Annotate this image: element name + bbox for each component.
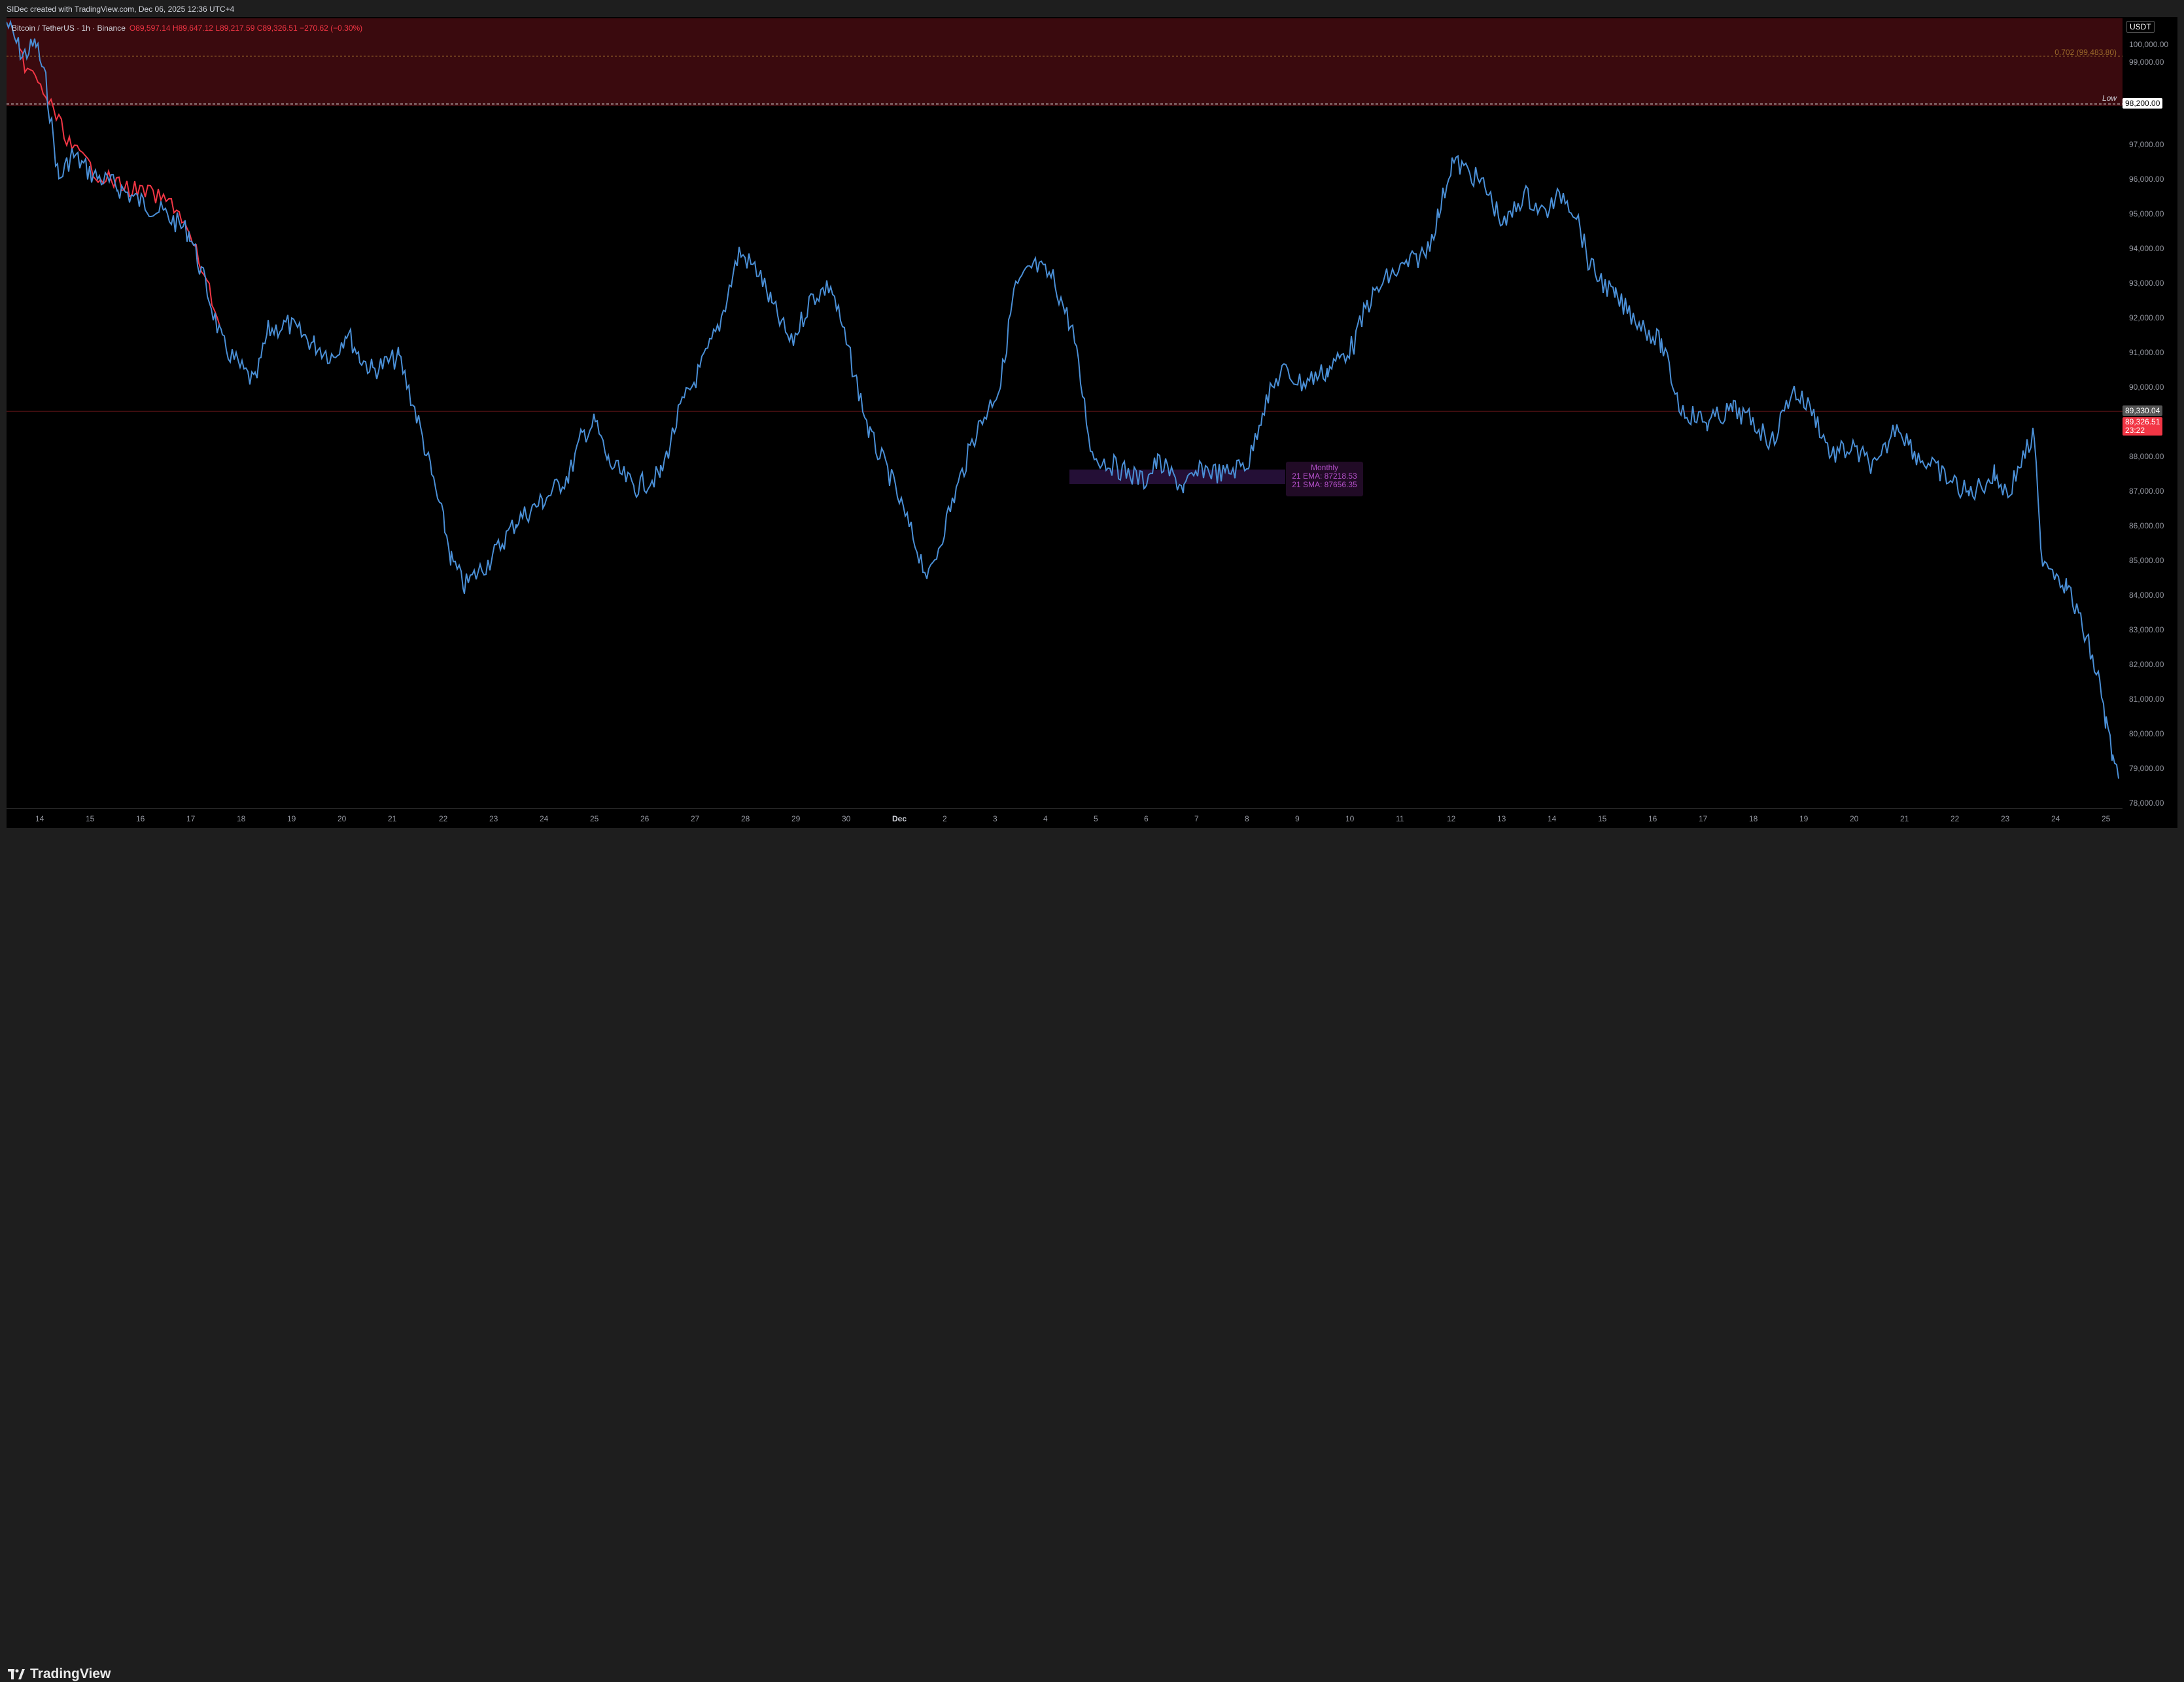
time-tick-label: 3: [993, 814, 997, 823]
currency-label[interactable]: USDT: [2126, 21, 2155, 33]
time-axis[interactable]: 14 15 16 17 18 19 20 21 22 23 24 25 26 27 28 29 30 Dec 2 3 4…: [7, 808, 2123, 829]
time-tick-label: 25: [590, 814, 599, 823]
price-tick-label: 81,000.00: [2129, 695, 2164, 704]
time-tick-label: 24: [540, 814, 549, 823]
time-tick-label: 20: [1850, 814, 1859, 823]
time-tick-label: 25: [2102, 814, 2111, 823]
symbol-legend[interactable]: Bitcoin / TetherUS · 1h · Binance O89,597…: [12, 24, 362, 33]
time-tick-label: 11: [1396, 814, 1404, 823]
low-label: Low: [2102, 94, 2117, 103]
price-tick-label: 97,000.00: [2129, 140, 2164, 149]
time-tick-label: 4: [1043, 814, 1048, 823]
price-tick-label: 80,000.00: [2129, 729, 2164, 738]
price-tick-label: 95,000.00: [2129, 209, 2164, 218]
tradingview-logo-icon: [8, 1669, 25, 1679]
brand-name: TradingView: [30, 1666, 111, 1681]
footer: TradingView: [0, 828, 2184, 1681]
time-tick-label: 2: [943, 814, 947, 823]
time-tick-label: 9: [1295, 814, 1300, 823]
time-tick-label: 10: [1345, 814, 1355, 823]
time-tick-label: 28: [741, 814, 750, 823]
low-level-tag: 98,200.00: [2123, 98, 2163, 109]
time-tick-label: 23: [489, 814, 498, 823]
time-tick-label: 18: [237, 814, 246, 823]
time-tick-label: 6: [1144, 814, 1149, 823]
price-tick-label: 99,000.00: [2129, 58, 2164, 67]
price-tick-label: 84,000.00: [2129, 591, 2164, 600]
price-tick-label: 91,000.00: [2129, 348, 2164, 357]
time-tick-label: 18: [1749, 814, 1758, 823]
price-tick-label: 87,000.00: [2129, 487, 2164, 496]
time-tick-label: 24: [2051, 814, 2060, 823]
top-bar: SIDec created with TradingView.com, Dec …: [0, 0, 2184, 17]
last-high-tag: 89,330.04: [2123, 405, 2163, 416]
credit-text: SIDec created with TradingView.com, Dec …: [7, 5, 235, 14]
time-tick-label: 13: [1497, 814, 1506, 823]
time-tick-label: 17: [186, 814, 196, 823]
price-tick-label: 82,000.00: [2129, 660, 2164, 669]
time-tick-label: Dec: [892, 814, 907, 823]
price-tick-label: 90,000.00: [2129, 383, 2164, 392]
time-tick-label: 21: [388, 814, 397, 823]
chart-pane[interactable]: 0.702 (99,483.80) Low Bitcoin / TetherUS…: [6, 17, 2123, 808]
price-tick-label: 100,000.00: [2129, 40, 2169, 49]
time-tick-label: 8: [1245, 814, 1249, 823]
time-tick-label: 19: [287, 814, 296, 823]
fib-label: 0.702 (99,483.80): [2054, 48, 2117, 57]
last-price-tag: 89,326.51 23:22: [2123, 417, 2163, 436]
price-tick-label: 96,000.00: [2129, 175, 2164, 184]
time-tick-label: 5: [1094, 814, 1098, 823]
time-tick-label: 30: [842, 814, 851, 823]
time-tick-label: 23: [2001, 814, 2010, 823]
time-tick-label: 22: [1950, 814, 1960, 823]
ma-band: [1069, 470, 1285, 484]
price-tick-label: 83,000.00: [2129, 625, 2164, 634]
time-tick-label: 7: [1194, 814, 1199, 823]
time-tick-label: 26: [640, 814, 650, 823]
price-tick-label: 88,000.00: [2129, 452, 2164, 461]
time-tick-label: 16: [1648, 814, 1657, 823]
price-tick-label: 93,000.00: [2129, 279, 2164, 288]
price-tick-label: 78,000.00: [2129, 798, 2164, 808]
time-tick-label: 12: [1447, 814, 1456, 823]
price-axis[interactable]: USDT 100,000.00 99,000.00 97,000.00 96,000.…: [2123, 17, 2177, 828]
time-tick-label: 17: [1699, 814, 1708, 823]
time-tick-label: 14: [1548, 814, 1557, 823]
price-tick-label: 86,000.00: [2129, 521, 2164, 530]
price-tick-label: 85,000.00: [2129, 556, 2164, 565]
ohlc-values: O89,597.14 H89,647.12 L89,217.59 C89,326…: [129, 24, 363, 33]
sma-value: 21 SMA: 87656.35: [1292, 480, 1357, 489]
price-line: [6, 20, 2119, 779]
price-chart[interactable]: 0.702 (99,483.80) Low: [6, 17, 2123, 808]
time-tick-label: 21: [1900, 814, 1909, 823]
time-tick-label: 27: [691, 814, 700, 823]
time-tick-label: 20: [338, 814, 347, 823]
bar-countdown: 23:22: [2125, 426, 2145, 435]
time-tick-label: 29: [791, 814, 801, 823]
time-tick-label: 15: [1598, 814, 1607, 823]
time-tick-label: 16: [136, 814, 145, 823]
time-tick-label: 22: [439, 814, 448, 823]
time-tick-label: 19: [1799, 814, 1809, 823]
time-tick-label: 14: [35, 814, 44, 823]
indicator-label: Monthly 21 EMA: 87218.53 21 SMA: 87656.3…: [1286, 462, 1363, 496]
time-tick-label: 15: [86, 814, 95, 823]
price-tick-label: 94,000.00: [2129, 244, 2164, 253]
tradingview-brand[interactable]: TradingView: [8, 1666, 111, 1682]
symbol-name[interactable]: Bitcoin / TetherUS · 1h · Binance: [12, 24, 126, 33]
price-tick-label: 79,000.00: [2129, 764, 2164, 773]
price-tick-label: 92,000.00: [2129, 313, 2164, 322]
